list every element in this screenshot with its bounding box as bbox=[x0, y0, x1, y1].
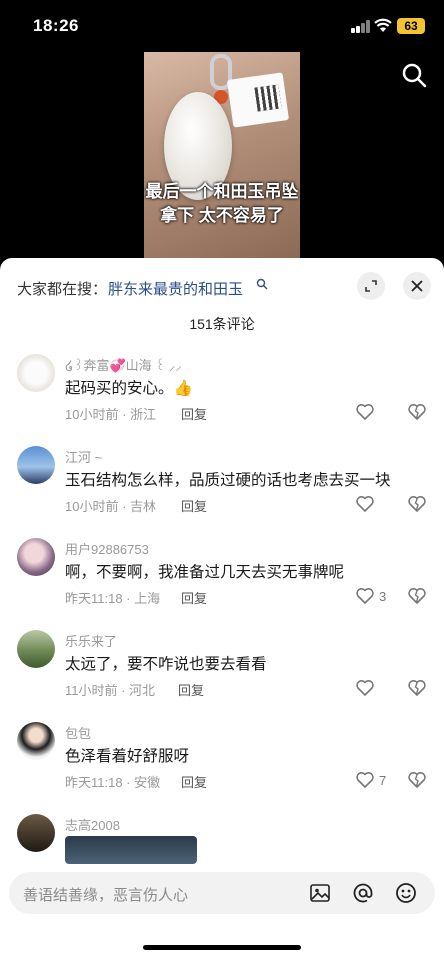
comment-item: 江河 ~ 玉石结构怎么样，品质过硬的话也考虑去买一块 10小时前 · 吉林 回复 bbox=[0, 446, 444, 538]
comment-username[interactable]: 志高2008 bbox=[65, 815, 120, 834]
reply-button[interactable]: 回复 bbox=[181, 588, 207, 607]
broken-heart-icon[interactable] bbox=[407, 402, 427, 422]
comment-item: ໒꒱奔富💞山海 ꒰ ⸝⸝ 起码买的安心。👍 10小时前 · 浙江 回复 bbox=[0, 354, 444, 446]
like-button[interactable] bbox=[355, 402, 379, 422]
like-button[interactable] bbox=[355, 678, 379, 698]
reply-button[interactable]: 回复 bbox=[181, 496, 207, 515]
comment-username[interactable]: 用户92886753 bbox=[65, 539, 149, 558]
expand-button[interactable] bbox=[357, 272, 385, 300]
mention-icon[interactable] bbox=[352, 882, 374, 904]
close-button[interactable] bbox=[403, 272, 431, 300]
broken-heart-icon[interactable] bbox=[407, 494, 427, 514]
heart-icon bbox=[356, 588, 374, 604]
close-icon bbox=[411, 280, 423, 292]
comment-meta: 昨天11:18 · 上海 bbox=[65, 591, 161, 606]
wifi-icon bbox=[374, 18, 392, 32]
reply-button[interactable]: 回复 bbox=[181, 772, 207, 791]
search-prefix: 大家都在搜： bbox=[17, 281, 108, 298]
search-icon[interactable] bbox=[256, 278, 268, 290]
heart-icon bbox=[356, 496, 374, 512]
comment-meta: 11小时前 · 河北 bbox=[65, 683, 156, 698]
signal-icon bbox=[351, 20, 371, 33]
status-time: 18:26 bbox=[33, 16, 79, 35]
expand-icon bbox=[365, 280, 377, 292]
comment-meta: 10小时前 · 浙江 bbox=[65, 407, 157, 422]
like-button[interactable]: 7 bbox=[355, 770, 386, 790]
comment-text: 啊，不要啊，我准备过几天去买无事牌呢 bbox=[65, 564, 345, 581]
home-indicator bbox=[143, 945, 301, 950]
avatar[interactable] bbox=[17, 354, 55, 392]
comment-item: 包包 色泽看着好舒服呀 昨天11:18 · 安徽 回复 7 bbox=[0, 722, 444, 814]
comment-username[interactable]: 乐乐来了 bbox=[65, 631, 117, 650]
like-count: 7 bbox=[379, 772, 387, 788]
comment-text: 起码买的安心。👍 bbox=[65, 380, 193, 397]
comment-item: 用户92886753 啊，不要啊，我准备过几天去买无事牌呢 昨天11:18 · … bbox=[0, 538, 444, 630]
comment-count: 151条评论 bbox=[189, 316, 255, 332]
comment-username[interactable]: 江河 ~ bbox=[65, 447, 102, 466]
image-icon[interactable] bbox=[309, 882, 331, 904]
broken-heart-icon[interactable] bbox=[407, 678, 427, 698]
heart-icon bbox=[356, 772, 374, 788]
comment-meta: 昨天11:18 · 安徽 bbox=[65, 775, 161, 790]
avatar[interactable] bbox=[17, 630, 55, 668]
avatar[interactable] bbox=[17, 814, 55, 852]
avatar[interactable] bbox=[17, 722, 55, 760]
comment-text: 玉石结构怎么样，品质过硬的话也考虑去买一块 bbox=[65, 472, 391, 489]
comment-image[interactable] bbox=[65, 836, 197, 864]
comment-text: 色泽看着好舒服呀 bbox=[65, 748, 190, 765]
emoji-icon[interactable] bbox=[395, 882, 417, 904]
status-bar: 18:26 63 bbox=[0, 0, 444, 52]
battery-indicator: 63 bbox=[397, 18, 425, 34]
avatar[interactable] bbox=[17, 446, 55, 484]
reply-button[interactable]: 回复 bbox=[178, 680, 204, 699]
like-button[interactable] bbox=[355, 494, 379, 514]
comment-username[interactable]: 包包 bbox=[65, 723, 91, 742]
qr-code bbox=[254, 84, 282, 112]
heart-icon bbox=[356, 404, 374, 420]
comment-meta: 10小时前 · 吉林 bbox=[65, 499, 157, 514]
reply-button[interactable]: 回复 bbox=[181, 404, 207, 423]
sheet-header: 大家都在搜： 胖东来最贵的和田玉 bbox=[0, 270, 444, 306]
like-button[interactable]: 3 bbox=[355, 586, 386, 606]
video-preview[interactable]: 最后一个和田玉吊坠拿下 太不容易了 bbox=[144, 52, 300, 258]
broken-heart-icon[interactable] bbox=[407, 586, 427, 606]
comment-input-placeholder[interactable]: 善语结善缘，恶言伤人心 bbox=[23, 884, 188, 905]
comment-username[interactable]: ໒꒱奔富💞山海 ꒰ ⸝⸝ bbox=[65, 355, 182, 374]
comment-item: 乐乐来了 太远了，要不咋说也要去看看 11小时前 · 河北 回复 bbox=[0, 630, 444, 722]
comment-sheet: 大家都在搜： 胖东来最贵的和田玉 151条评论 ໒꒱奔富💞山海 ꒰ ⸝⸝ 起码买… bbox=[0, 258, 444, 960]
search-suggestion-link[interactable]: 胖东来最贵的和田玉 bbox=[108, 278, 243, 299]
video-caption: 最后一个和田玉吊坠拿下 太不容易了 bbox=[145, 182, 299, 225]
avatar[interactable] bbox=[17, 538, 55, 576]
search-icon[interactable] bbox=[401, 62, 427, 88]
heart-icon bbox=[356, 680, 374, 696]
broken-heart-icon[interactable] bbox=[407, 770, 427, 790]
comment-input-bar[interactable]: 善语结善缘，恶言伤人心 bbox=[9, 872, 435, 914]
comment-text: 太远了，要不咋说也要去看看 bbox=[65, 656, 267, 673]
like-count: 3 bbox=[379, 588, 387, 604]
